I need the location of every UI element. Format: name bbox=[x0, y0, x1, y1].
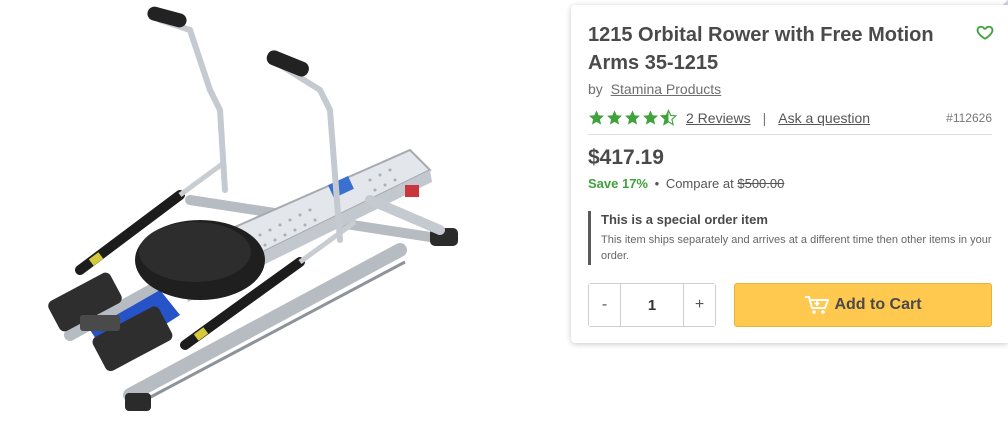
star-icon bbox=[589, 110, 604, 125]
brand-link[interactable]: Stamina Products bbox=[611, 81, 722, 97]
quantity-input[interactable] bbox=[620, 284, 684, 326]
add-to-cart-label: Add to Cart bbox=[834, 296, 922, 313]
savings-row: Save 17% • Compare at $500.00 bbox=[588, 176, 992, 191]
star-icon bbox=[607, 110, 622, 125]
increase-quantity-button[interactable]: + bbox=[684, 284, 715, 326]
rating-row: 2 Reviews | Ask a question #112626 bbox=[588, 109, 992, 126]
add-to-cart-button[interactable]: Add to Cart bbox=[734, 283, 992, 327]
compare-label: Compare at bbox=[665, 176, 734, 191]
star-half-icon bbox=[660, 109, 677, 126]
star-rating bbox=[588, 109, 677, 126]
star-icon bbox=[643, 110, 658, 125]
cart-row: - + Add to Cart bbox=[588, 283, 992, 327]
notice-title: This is a special order item bbox=[601, 212, 768, 227]
sku-number: #112626 bbox=[946, 110, 992, 125]
save-percent: Save 17% bbox=[588, 176, 648, 191]
heart-icon[interactable] bbox=[976, 23, 994, 41]
price: $417.19 bbox=[588, 146, 664, 169]
separator: | bbox=[762, 109, 767, 126]
product-title: 1215 Orbital Rower with Free Motion Arms… bbox=[588, 24, 934, 74]
by-label: by bbox=[588, 81, 603, 97]
star-icon bbox=[625, 110, 640, 125]
product-image bbox=[10, 0, 480, 424]
divider bbox=[588, 134, 992, 135]
cart-icon bbox=[804, 295, 830, 315]
decrease-quantity-button[interactable]: - bbox=[589, 284, 620, 326]
quantity-stepper: - + bbox=[588, 283, 716, 327]
brand-line: by Stamina Products bbox=[588, 81, 992, 97]
ask-question-link[interactable]: Ask a question bbox=[778, 110, 870, 126]
product-card: 1215 Orbital Rower with Free Motion Arms… bbox=[571, 5, 1008, 343]
reviews-link[interactable]: 2 Reviews bbox=[686, 110, 751, 126]
special-order-notice: This is a special order item This item s… bbox=[588, 211, 992, 265]
notice-text: This item ships separately and arrives a… bbox=[601, 234, 992, 262]
bullet: • bbox=[654, 176, 660, 191]
compare-price: $500.00 bbox=[737, 176, 785, 191]
